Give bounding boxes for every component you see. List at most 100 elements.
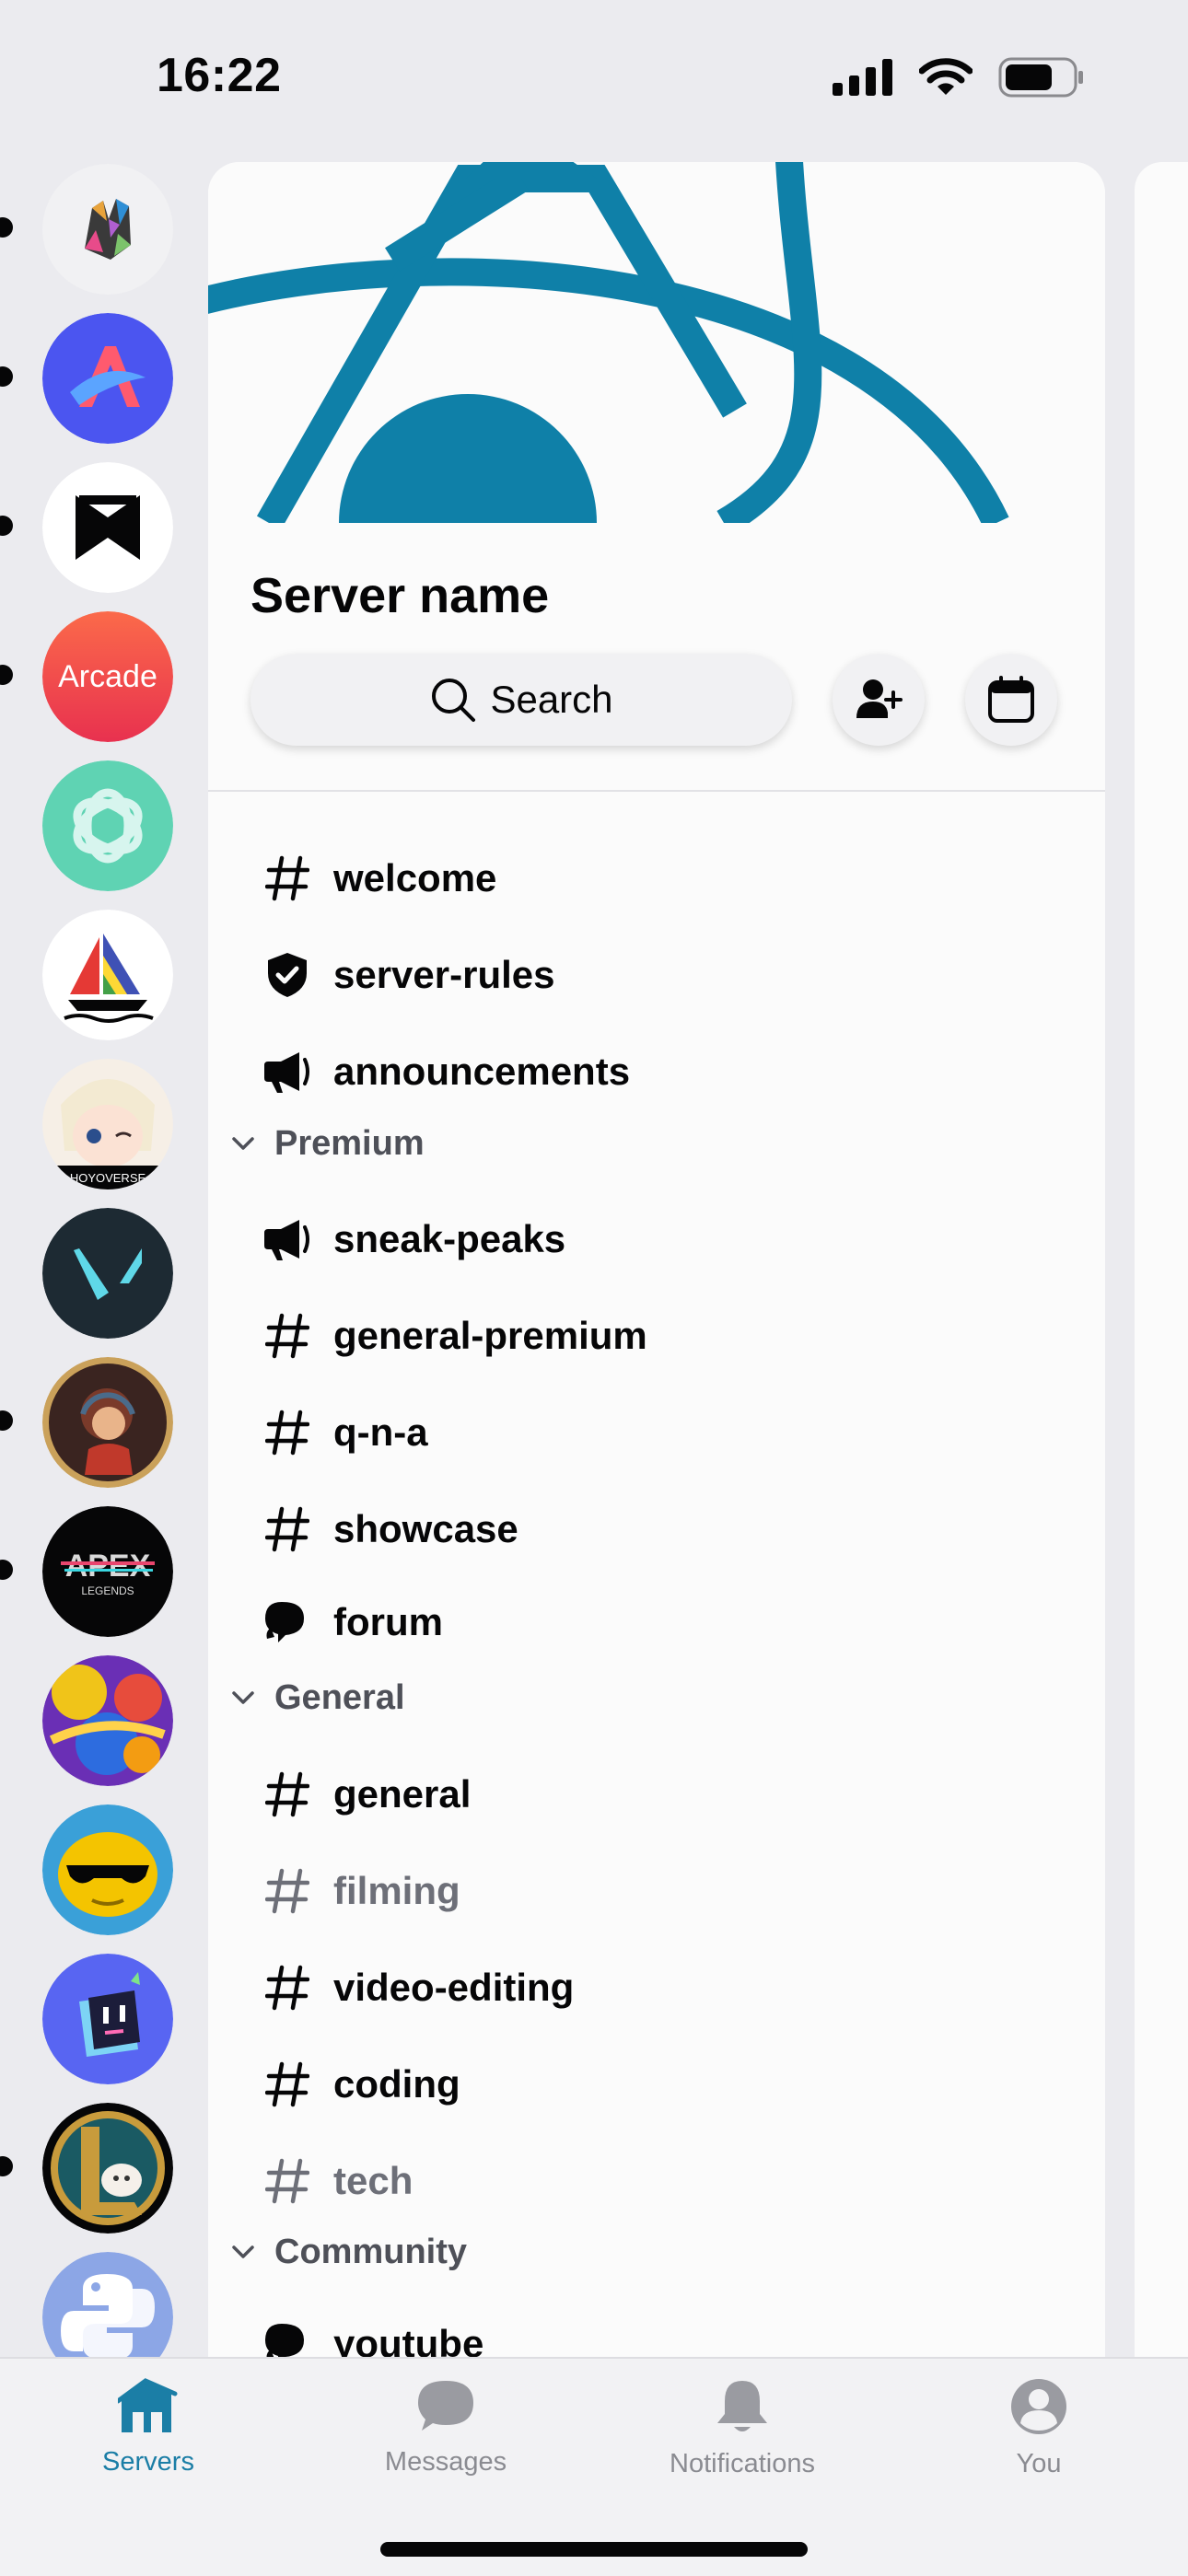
category-premium[interactable]: Premium [225,1116,425,1171]
search-label: Search [490,678,613,721]
server-icon-colorful-logo[interactable] [42,164,173,295]
text-channel-icon [262,2155,313,2207]
server-icon-bowtie[interactable] [42,462,173,593]
events-button[interactable] [965,654,1057,746]
channel-showcase[interactable]: showcase [262,1492,518,1566]
server-rail: Arcade HOYOVERSE APEX LEGENDS [0,157,203,2357]
unread-indicator [0,217,13,238]
channel-label: server-rules [333,953,555,996]
tab-servers[interactable]: Servers [38,2377,259,2477]
cellular-signal-icon [833,59,892,96]
calendar-icon [988,676,1034,723]
server-icon-apex-legends[interactable]: APEX LEGENDS [42,1506,173,1637]
server-icon-openai[interactable] [42,760,173,891]
text-channel-icon [262,1769,313,1820]
text-channel-icon [262,1865,313,1917]
legends-label: LEGENDS [81,1584,134,1597]
channel-general[interactable]: general [262,1758,471,1831]
bell-icon [717,2381,767,2431]
wifi-icon [919,58,973,95]
channel-label: showcase [333,1507,518,1550]
server-icon-jojo[interactable] [42,1655,173,1786]
forum-icon [262,2318,313,2362]
unread-indicator [0,366,13,387]
text-channel-icon [262,1962,313,2013]
channel-general-premium[interactable]: general-premium [262,1299,647,1373]
unread-indicator [0,1410,13,1431]
home-indicator[interactable] [380,2542,808,2557]
channel-announcements[interactable]: announcements [262,1035,630,1108]
server-icon-hoyoverse[interactable]: HOYOVERSE [42,1059,173,1189]
server-icon-bot[interactable] [42,1954,173,2084]
channel-coding[interactable]: coding [262,2048,460,2121]
unread-indicator [0,665,13,685]
tab-you[interactable]: You [928,2377,1149,2479]
invite-members-button[interactable] [833,654,925,746]
status-icons [833,57,1085,98]
forum-icon [262,1596,313,1648]
channel-label: general-premium [333,1314,647,1357]
servers-icon [118,2378,178,2432]
channel-q-n-a[interactable]: q-n-a [262,1396,428,1469]
hoyoverse-label: HOYOVERSE [70,1171,146,1185]
status-time: 16:22 [157,49,282,102]
chevron-down-icon [225,1690,262,1705]
apex-label: APEX [65,1549,151,1584]
channel-label: announcements [333,1050,631,1093]
add-user-icon [856,679,903,718]
channel-label: q-n-a [333,1410,428,1454]
channel-label: welcome [333,856,497,899]
server-icon-arc[interactable] [42,313,173,444]
unread-indicator [0,1560,13,1580]
status-bar: 16:22 [0,0,1188,157]
messages-icon [418,2381,473,2431]
chevron-down-icon [225,2245,262,2259]
server-icon-midjourney[interactable] [42,910,173,1040]
category-community[interactable]: Community [225,2224,467,2280]
channel-video-editing[interactable]: video-editing [262,1951,574,2025]
server-search-button[interactable]: Search [250,654,792,746]
channel-youtube[interactable]: youtube [262,2307,483,2362]
text-channel-icon [262,1310,313,1362]
channel-label: filming [333,1869,460,1912]
text-channel-icon [262,853,313,904]
server-icon-lofi[interactable] [42,1357,173,1488]
panel-divider [208,790,1105,792]
channel-forum[interactable]: forum [262,1585,443,1659]
server-icon-league-of-legends[interactable] [42,2103,173,2234]
chevron-down-icon [225,1136,262,1151]
tab-messages[interactable]: Messages [335,2377,556,2477]
server-icon-sunglasses-emoji[interactable] [42,1804,173,1935]
text-channel-icon [262,1407,313,1458]
channel-sneak-peaks[interactable]: sneak-peaks [262,1202,565,1276]
announcement-icon [262,1213,313,1265]
channel-label: sneak-peaks [333,1217,566,1260]
tab-notifications[interactable]: Notifications [632,2377,853,2479]
category-label: Community [274,2232,467,2271]
profile-icon [1011,2379,1066,2434]
search-icon [432,679,476,722]
category-label: Premium [274,1123,425,1163]
server-icon-apple-arcade[interactable]: Arcade [42,611,173,742]
unread-indicator [0,516,13,536]
announcement-icon [262,1046,313,1097]
category-general[interactable]: General [225,1670,405,1725]
server-name[interactable]: Server name [250,567,549,624]
channel-label: forum [333,1600,443,1643]
channel-server-rules[interactable]: server-rules [262,938,555,1012]
server-icon-valorant[interactable] [42,1208,173,1339]
channel-welcome[interactable]: welcome [262,841,496,915]
tab-label: You [1016,2449,1062,2478]
text-channel-icon [262,1503,313,1555]
channel-label: video-editing [333,1966,575,2009]
server-icon-python[interactable] [42,2252,173,2357]
channel-label: coding [333,2062,460,2106]
battery-icon [998,57,1083,98]
arcade-label: Arcade [58,659,157,694]
chat-panel-peek[interactable] [1135,162,1188,2362]
tab-label: Messages [384,2447,507,2477]
rules-shield-icon [262,949,313,1001]
channel-tech[interactable]: tech [262,2144,413,2218]
channel-filming[interactable]: filming [262,1854,460,1928]
unread-indicator [0,2156,13,2176]
